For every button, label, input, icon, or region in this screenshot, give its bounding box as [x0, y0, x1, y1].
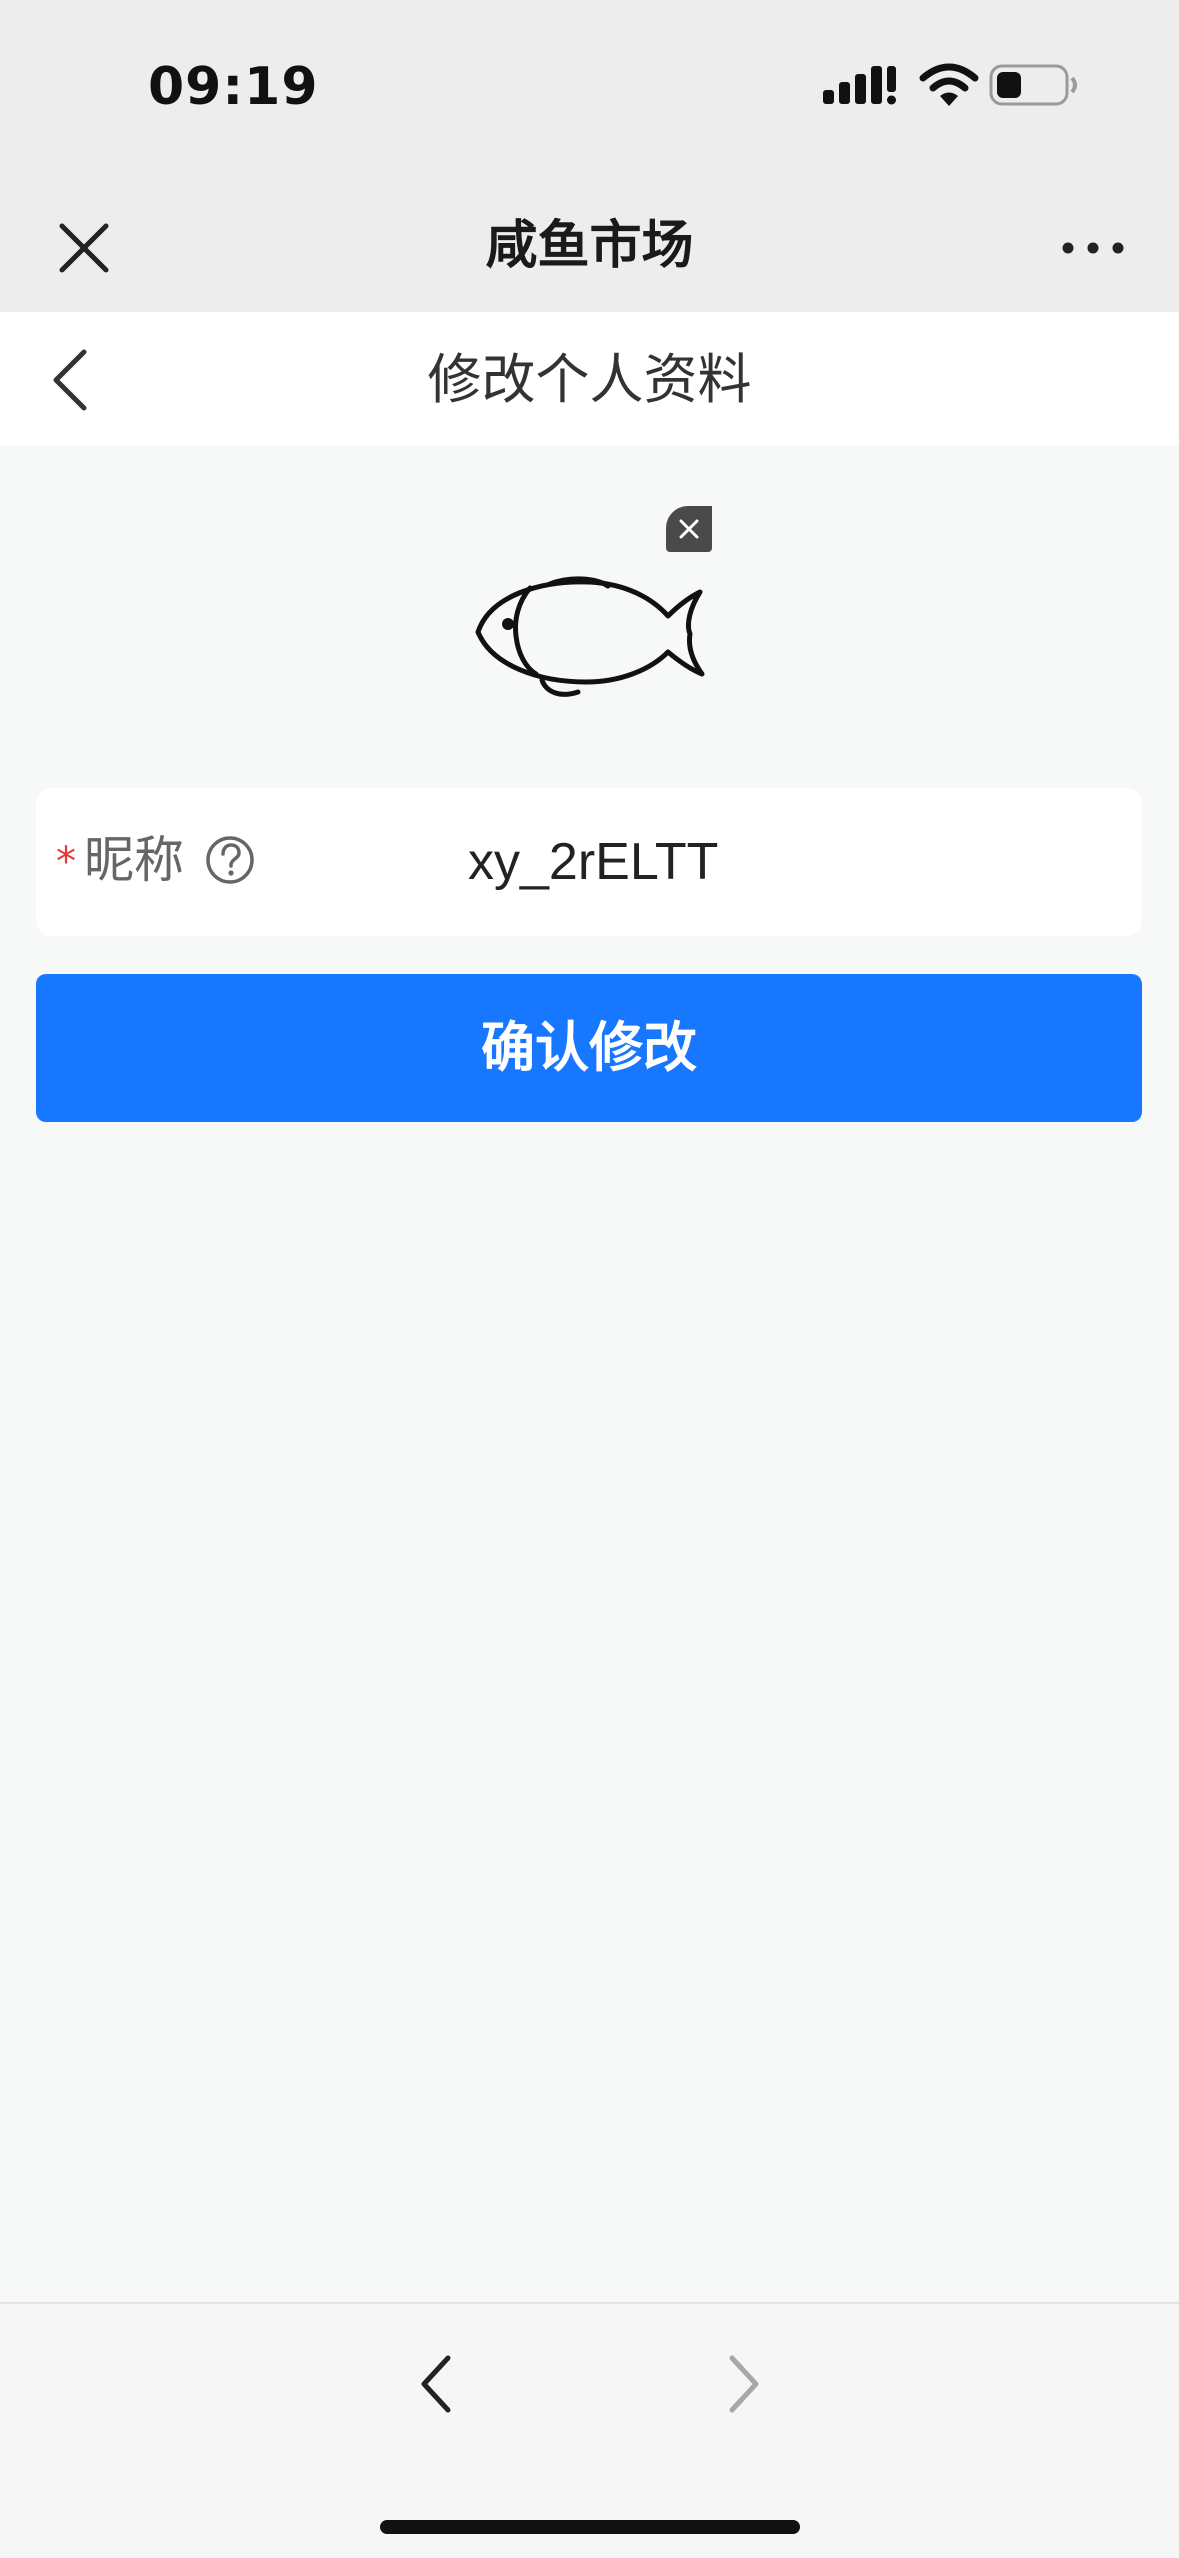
status-time: 09:19: [148, 57, 319, 117]
page-header: 修改个人资料: [0, 312, 1179, 446]
chevron-left-icon: [421, 2355, 451, 2413]
more-icon[interactable]: [1057, 220, 1129, 276]
required-mark: *: [56, 839, 76, 885]
nickname-label: 昵称: [84, 831, 184, 889]
confirm-button[interactable]: 确认修改: [36, 974, 1142, 1122]
fish-icon: [475, 576, 705, 697]
nickname-input[interactable]: [468, 818, 1108, 906]
wifi-icon: [919, 63, 979, 106]
status-bar: 09:19: [0, 0, 1179, 180]
chevron-right-icon: [729, 2355, 759, 2413]
home-indicator[interactable]: [380, 2520, 800, 2534]
status-icons: [823, 60, 1083, 116]
bottom-toolbar: [0, 2302, 1179, 2558]
app-title: 咸鱼市场: [485, 216, 694, 276]
app-navigation-bar: 咸鱼市场: [0, 180, 1179, 312]
page-title: 修改个人资料: [427, 348, 752, 411]
browser-forward-button[interactable]: [710, 2348, 774, 2420]
close-icon: [679, 519, 699, 539]
question-icon[interactable]: [204, 834, 256, 886]
battery-icon: [989, 64, 1077, 106]
avatar[interactable]: [460, 540, 720, 720]
browser-back-button[interactable]: [406, 2348, 470, 2420]
nickname-form-card: * 昵称: [36, 788, 1142, 936]
remove-avatar-button[interactable]: [666, 506, 712, 552]
